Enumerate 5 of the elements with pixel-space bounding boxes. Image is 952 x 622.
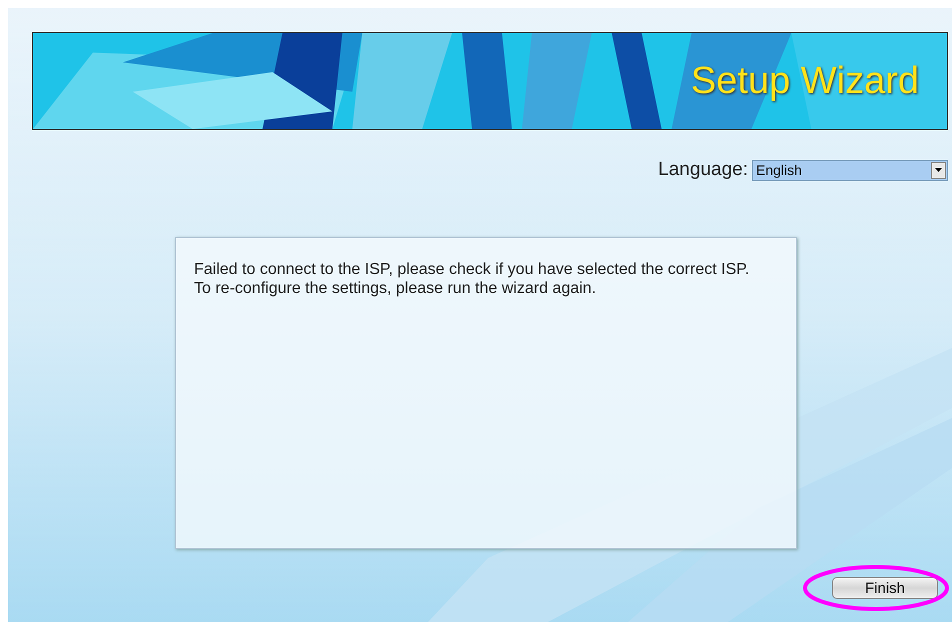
language-dropdown[interactable]: English [752,160,948,181]
finish-button[interactable]: Finish [832,576,938,598]
language-label: Language: [658,158,748,182]
error-message: Failed to connect to the ISP, please check if you have selected the correct ISP. To re-configure the settings, please run the wizard again. [194,260,750,298]
banner-title: Setup Wizard [690,58,919,104]
